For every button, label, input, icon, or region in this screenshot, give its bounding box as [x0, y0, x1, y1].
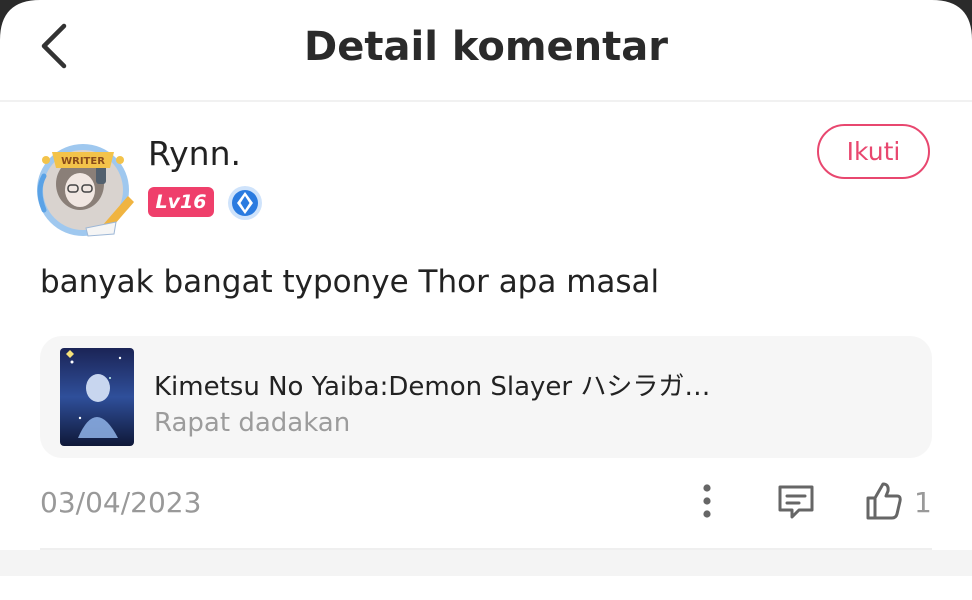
- more-options-button[interactable]: [690, 480, 724, 524]
- book-title: Kimetsu No Yaiba:Demon Slayer ハシラガ…: [154, 372, 711, 402]
- comment-icon: [778, 485, 814, 519]
- blue-diamond-badge-icon: [228, 186, 262, 220]
- header-bar: Detail komentar: [0, 0, 972, 100]
- book-cover: [60, 348, 134, 446]
- like-count: 1: [914, 486, 932, 519]
- book-cover-image: [60, 348, 134, 446]
- comment-text: banyak bangat typonye Thor apa masal: [40, 264, 660, 300]
- more-vertical-icon: [703, 484, 711, 518]
- level-badge: Lv16: [148, 187, 214, 217]
- writer-avatar-image: WRITER: [37, 144, 134, 237]
- header-divider: [0, 100, 972, 102]
- verified-badge: [226, 184, 264, 222]
- book-chapter: Rapat dadakan: [154, 408, 351, 438]
- username[interactable]: Rynn.: [148, 134, 241, 173]
- book-card[interactable]: Kimetsu No Yaiba:Demon Slayer ハシラガ… Rapa…: [40, 336, 932, 458]
- section-separator-band: [0, 550, 972, 576]
- thumbs-up-icon: [866, 482, 902, 520]
- reply-button[interactable]: [775, 482, 817, 522]
- avatar-writer-label: WRITER: [61, 156, 105, 167]
- page-title: Detail komentar: [304, 24, 668, 70]
- like-button[interactable]: [864, 480, 904, 522]
- follow-button[interactable]: Ikuti: [817, 124, 930, 179]
- comment-date: 03/04/2023: [40, 486, 202, 519]
- avatar[interactable]: WRITER: [30, 130, 140, 240]
